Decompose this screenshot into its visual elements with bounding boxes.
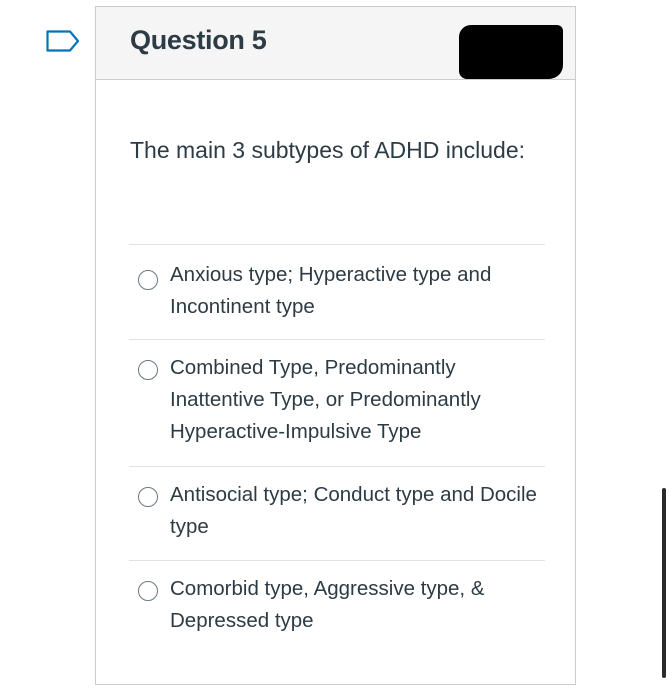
answer-label: Combined Type, Predominantly Inattentive… bbox=[170, 356, 481, 443]
question-title: Question 5 bbox=[130, 25, 267, 55]
radio-button[interactable] bbox=[138, 270, 158, 290]
radio-button[interactable] bbox=[138, 487, 158, 507]
answer-option-4[interactable]: Comorbid type, Aggressive type, & Depres… bbox=[129, 560, 545, 654]
question-text: The main 3 subtypes of ADHD include: bbox=[130, 137, 526, 163]
radio-button[interactable] bbox=[138, 360, 158, 380]
question-card: Question 5 The main 3 subtypes of ADHD i… bbox=[95, 6, 576, 685]
radio-button[interactable] bbox=[138, 581, 158, 601]
answer-label: Anxious type; Hyperactive type and Incon… bbox=[170, 263, 492, 318]
scrollbar-thumb[interactable] bbox=[662, 488, 666, 678]
answer-list: Anxious type; Hyperactive type and Incon… bbox=[129, 244, 545, 654]
answer-option-2[interactable]: Combined Type, Predominantly Inattentive… bbox=[129, 339, 545, 466]
flag-question-icon[interactable] bbox=[46, 30, 80, 52]
quiz-page: Question 5 The main 3 subtypes of ADHD i… bbox=[0, 0, 672, 700]
answer-label: Antisocial type; Conduct type and Docile… bbox=[170, 483, 537, 538]
question-header: Question 5 bbox=[96, 7, 575, 80]
redacted-points-area bbox=[459, 25, 563, 79]
answer-option-3[interactable]: Antisocial type; Conduct type and Docile… bbox=[129, 466, 545, 560]
answer-label: Comorbid type, Aggressive type, & Depres… bbox=[170, 577, 485, 632]
answer-option-1[interactable]: Anxious type; Hyperactive type and Incon… bbox=[129, 244, 545, 339]
